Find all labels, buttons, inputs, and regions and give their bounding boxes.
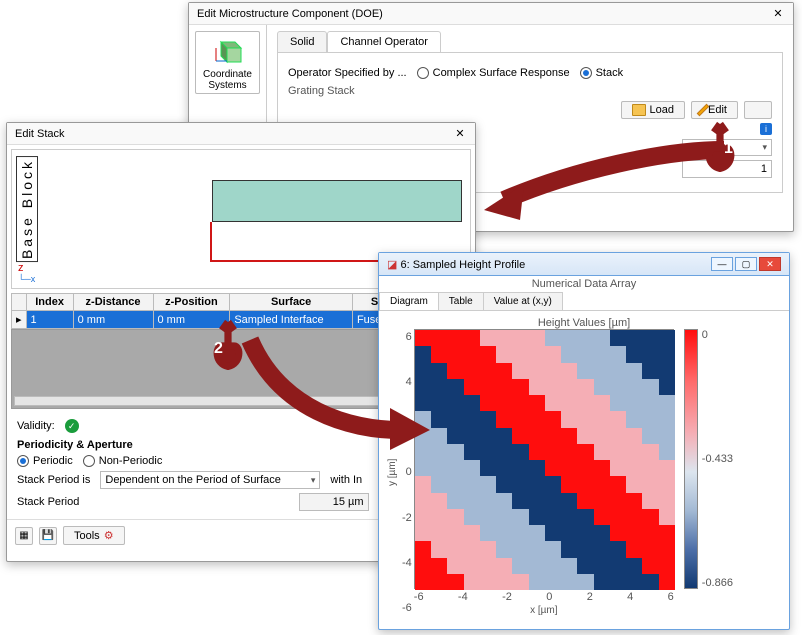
with-in-label: with In — [330, 474, 362, 486]
arrow-2 — [230, 320, 440, 450]
tab-table[interactable]: Table — [438, 292, 484, 310]
colorbar — [684, 329, 698, 589]
annotation-number-1: 1 — [724, 140, 733, 158]
pointer-hand-2: 2 — [198, 316, 258, 379]
stack-period-x[interactable]: 15 µm — [299, 493, 369, 511]
window-title: Edit Microstructure Component (DOE) — [197, 8, 383, 20]
check-icon: ✓ — [65, 419, 79, 433]
save-icon[interactable]: 💾 — [39, 527, 57, 545]
minimize-icon[interactable]: — — [711, 257, 733, 271]
window-title: 6: Sampled Height Profile — [400, 259, 525, 271]
load-button[interactable]: Load — [621, 101, 685, 119]
x-ticks: -6-4-20246 — [414, 589, 674, 605]
radio-non-periodic[interactable]: Non-Periodic — [83, 455, 163, 467]
stack-period-is-combo[interactable]: Dependent on the Period of Surface▾ — [100, 471, 320, 489]
close-icon[interactable]: ✕ — [453, 127, 467, 140]
pencil-icon — [698, 105, 708, 115]
tab-solid[interactable]: Solid — [277, 31, 327, 52]
stack-period-is-label: Stack Period is — [17, 474, 90, 486]
grid-icon[interactable]: ▦ — [15, 527, 33, 545]
tab-channel-operator[interactable]: Channel Operator — [327, 31, 440, 52]
colorbar-ticks: 0-0.433-0.866 — [702, 329, 733, 589]
tab-diagram[interactable]: Diagram — [379, 292, 439, 310]
coord-systems-label: Coordinate Systems — [198, 69, 257, 91]
coord-systems-button[interactable]: Coordinate Systems — [195, 31, 260, 94]
radio-periodic[interactable]: Periodic — [17, 455, 73, 467]
pointer-hand-1: 1 — [690, 118, 750, 181]
close-icon[interactable]: ✕ — [771, 7, 785, 20]
cube-icon — [213, 36, 243, 64]
base-block-label: Base Block — [16, 156, 38, 262]
blank-button[interactable] — [744, 101, 772, 119]
tools-button[interactable]: Tools ⚙ — [63, 526, 125, 545]
chevron-down-icon: ▾ — [762, 142, 767, 153]
folder-icon — [632, 104, 646, 116]
grating-stack-label: Grating Stack — [288, 85, 772, 97]
window-title: Edit Stack — [15, 128, 65, 140]
tools-gear-icon: ⚙ — [104, 529, 114, 542]
layer-shape — [212, 180, 462, 222]
radio-complex-surface[interactable]: Complex Surface Response — [417, 67, 570, 79]
validity-label: Validity: — [17, 420, 55, 432]
x-axis-label: x [µm] — [414, 605, 674, 616]
plot-title: Height Values [µm] — [385, 317, 783, 329]
maximize-icon[interactable]: ▢ — [735, 257, 757, 271]
radio-stack[interactable]: Stack — [580, 67, 624, 79]
info-icon[interactable]: i — [760, 123, 772, 135]
close-icon[interactable]: ✕ — [759, 257, 781, 271]
edit-button[interactable]: Edit — [691, 101, 738, 119]
heatmap-plot — [414, 329, 674, 589]
app-icon: ◪ — [387, 259, 397, 271]
chevron-down-icon: ▾ — [311, 475, 316, 486]
axis-icon: z└─x — [18, 262, 35, 284]
operator-specified-label: Operator Specified by ... — [288, 67, 407, 79]
tab-value-at-xy[interactable]: Value at (x,y) — [483, 292, 563, 310]
annotation-number-2: 2 — [214, 340, 223, 358]
stack-period-label: Stack Period — [17, 496, 79, 508]
subtitle: Numerical Data Array — [379, 276, 789, 292]
